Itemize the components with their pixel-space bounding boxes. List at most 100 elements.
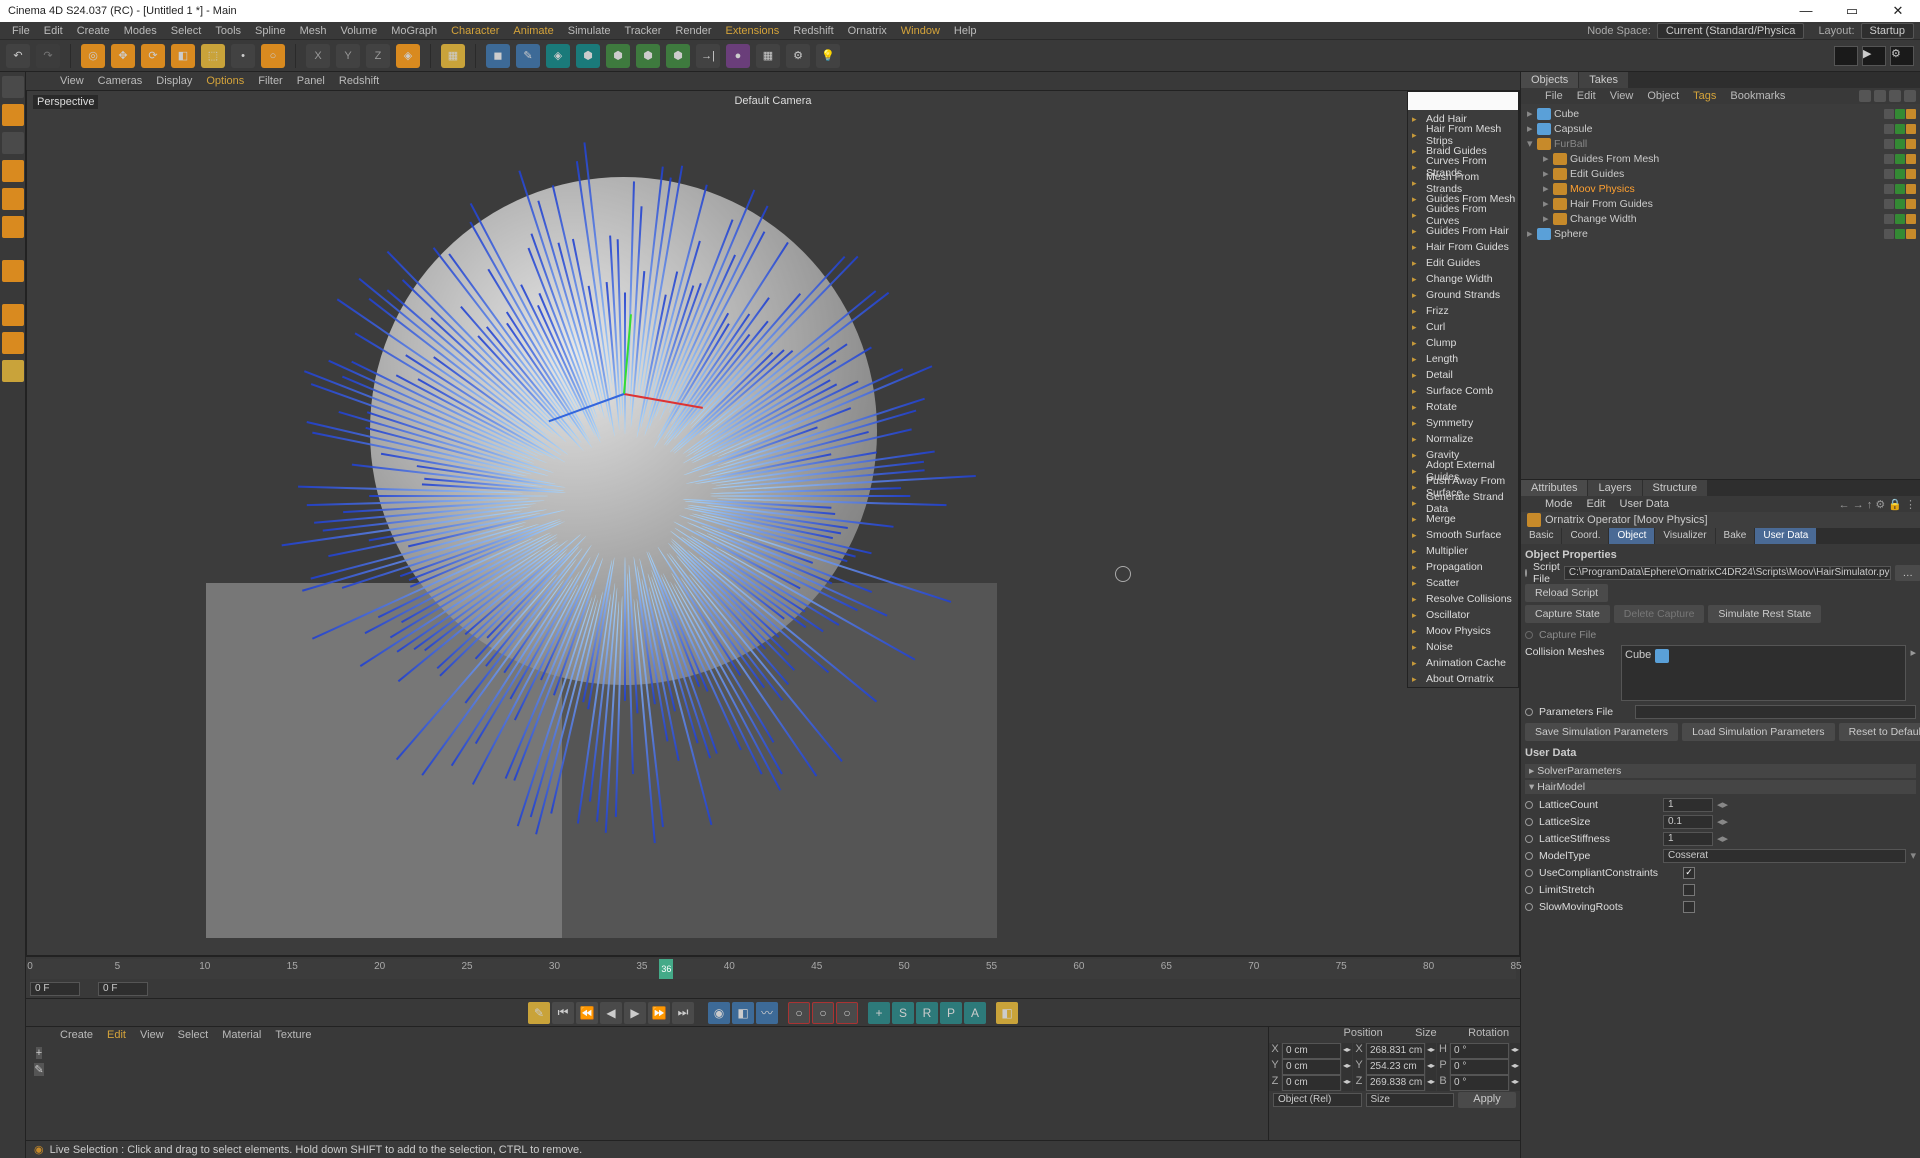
vp-menu-view[interactable]: View (54, 74, 90, 88)
om-menu-file[interactable]: File (1539, 89, 1569, 103)
vp-menu-filter[interactable]: Filter (252, 74, 288, 88)
menu-character[interactable]: Character (445, 23, 505, 39)
ctx-resolve-collisions[interactable]: Resolve Collisions (1408, 591, 1518, 607)
coord-system-icon[interactable]: ◈ (396, 44, 420, 68)
delete-capture-button[interactable]: Delete Capture (1614, 605, 1705, 623)
z-axis-icon[interactable]: Z (366, 44, 390, 68)
redo-icon[interactable]: ↷ (36, 44, 60, 68)
subtab-visualizer[interactable]: Visualizer (1655, 528, 1714, 544)
scriptfile-input[interactable]: C:\ProgramData\Ephere\OrnatrixC4DR24\Scr… (1564, 566, 1891, 580)
ctx-hair-from-mesh-strips[interactable]: Hair From Mesh Strips (1408, 127, 1518, 143)
layers-tab[interactable]: Layers (1588, 480, 1641, 496)
home-icon[interactable] (1874, 90, 1886, 102)
light-icon[interactable]: ● (726, 44, 750, 68)
tree-item-sphere[interactable]: ▸ Sphere (1521, 226, 1920, 241)
collision-meshes-list[interactable]: Cube (1621, 645, 1906, 701)
attributes-tab[interactable]: Attributes (1521, 480, 1587, 496)
tree-item-change-width[interactable]: ▸ Change Width (1521, 211, 1920, 226)
collision-mesh-item[interactable]: Cube (1625, 649, 1651, 661)
ctx-change-width[interactable]: Change Width (1408, 271, 1518, 287)
field-icon[interactable]: ⬢ (576, 44, 600, 68)
menu-spline[interactable]: Spline (249, 23, 292, 39)
hairmodel-section[interactable]: HairModel (1525, 780, 1916, 794)
menu-modes[interactable]: Modes (118, 23, 163, 39)
tree-item-hair-from-guides[interactable]: ▸ Hair From Guides (1521, 196, 1920, 211)
render-pv-icon[interactable]: ▶ (1862, 46, 1886, 66)
current-frame-input[interactable]: 0 F (98, 982, 148, 996)
render-region-icon[interactable] (1834, 46, 1858, 66)
menu-tracker[interactable]: Tracker (619, 23, 668, 39)
object-tree[interactable]: ▸ Cube ▸ Capsule ▾ FurBall ▸ Guides From… (1521, 104, 1920, 479)
ctx-curl[interactable]: Curl (1408, 319, 1518, 335)
ctx-about-ornatrix[interactable]: About Ornatrix (1408, 671, 1518, 687)
model-mode-icon[interactable] (2, 76, 24, 98)
eye-icon[interactable] (1904, 90, 1916, 102)
mat-menu-edit[interactable]: Edit (101, 1028, 132, 1042)
mat-menu-select[interactable]: Select (172, 1028, 215, 1042)
menu-extensions[interactable]: Extensions (719, 23, 785, 39)
menu-select[interactable]: Select (165, 23, 208, 39)
key-p-icon[interactable]: + (868, 1002, 890, 1024)
autokey-icon[interactable]: ✎ (528, 1002, 550, 1024)
tree-item-moov-physics[interactable]: ▸ Moov Physics (1521, 181, 1920, 196)
spline-icon[interactable]: ✎ (516, 44, 540, 68)
mat-menu-create[interactable]: Create (54, 1028, 99, 1042)
viewport-solo-icon[interactable] (2, 304, 24, 326)
reload-script-button[interactable]: Reload Script (1525, 584, 1608, 602)
menu-search-input[interactable] (1408, 92, 1518, 110)
solver-section[interactable]: SolverParameters (1525, 764, 1916, 778)
play-back-icon[interactable]: ◀ (600, 1002, 622, 1024)
close-button[interactable]: ✕ (1884, 3, 1912, 19)
object-mode-icon[interactable] (2, 104, 24, 126)
material-edit-icon[interactable]: ✎ (34, 1063, 43, 1076)
asset-browser-icon[interactable]: ▦ (441, 44, 465, 68)
texture-mode-icon[interactable] (2, 132, 24, 154)
search-icon[interactable] (1859, 90, 1871, 102)
key-pla-icon[interactable]: P (940, 1002, 962, 1024)
paramfile-input[interactable] (1635, 705, 1916, 719)
ctx-moov-physics[interactable]: Moov Physics (1408, 623, 1518, 639)
floor-icon[interactable]: ▦ (756, 44, 780, 68)
ctx-mesh-from-strands[interactable]: Mesh From Strands (1408, 175, 1518, 191)
attr-menu-user-data[interactable]: User Data (1614, 497, 1676, 511)
scene-icon[interactable]: ⬢ (636, 44, 660, 68)
tree-item-furball[interactable]: ▾ FurBall (1521, 136, 1920, 151)
menu-animate[interactable]: Animate (507, 23, 559, 39)
live-selection-icon[interactable]: ◎ (81, 44, 105, 68)
tree-item-guides-from-mesh[interactable]: ▸ Guides From Mesh (1521, 151, 1920, 166)
cube-icon[interactable]: ◼ (486, 44, 510, 68)
menu-mesh[interactable]: Mesh (294, 23, 333, 39)
timeline-cursor[interactable]: 36 (659, 959, 673, 979)
next-key-icon[interactable]: ⏩ (648, 1002, 670, 1024)
ctx-surface-comb[interactable]: Surface Comb (1408, 383, 1518, 399)
start-frame-input[interactable]: 0 F (30, 982, 80, 996)
load-sim-button[interactable]: Load Simulation Parameters (1682, 723, 1835, 741)
vp-menu-redshift[interactable]: Redshift (333, 74, 385, 88)
menu-window[interactable]: Window (895, 23, 946, 39)
snap-icon[interactable] (2, 332, 24, 354)
subtab-bake[interactable]: Bake (1716, 528, 1755, 544)
tree-item-cube[interactable]: ▸ Cube (1521, 106, 1920, 121)
tool-icon[interactable]: • (231, 44, 255, 68)
menu-tools[interactable]: Tools (209, 23, 247, 39)
menu-help[interactable]: Help (948, 23, 983, 39)
vp-menu-panel[interactable]: Panel (291, 74, 331, 88)
menu-create[interactable]: Create (71, 23, 116, 39)
viewport-camera-label[interactable]: Default Camera (734, 95, 811, 107)
scriptfile-browse-button[interactable]: … (1895, 565, 1920, 581)
rotate-icon[interactable]: ⟳ (141, 44, 165, 68)
goto-start-icon[interactable]: ⏮ (552, 1002, 574, 1024)
tree-item-edit-guides[interactable]: ▸ Edit Guides (1521, 166, 1920, 181)
goto-end-icon[interactable]: ⏭ (672, 1002, 694, 1024)
ctx-clump[interactable]: Clump (1408, 335, 1518, 351)
render-view-icon[interactable]: 💡 (816, 44, 840, 68)
ctx-oscillator[interactable]: Oscillator (1408, 607, 1518, 623)
simulate-rest-button[interactable]: Simulate Rest State (1708, 605, 1821, 623)
key-r-icon[interactable]: R (916, 1002, 938, 1024)
ctx-multiplier[interactable]: Multiplier (1408, 543, 1518, 559)
subtab-basic[interactable]: Basic (1521, 528, 1561, 544)
deformer-icon[interactable]: ⬢ (606, 44, 630, 68)
render-settings-icon[interactable]: ⚙ (786, 44, 810, 68)
play-icon[interactable]: ▶ (624, 1002, 646, 1024)
timeline[interactable]: 051015202530354045505560657075808536 (26, 956, 1520, 980)
